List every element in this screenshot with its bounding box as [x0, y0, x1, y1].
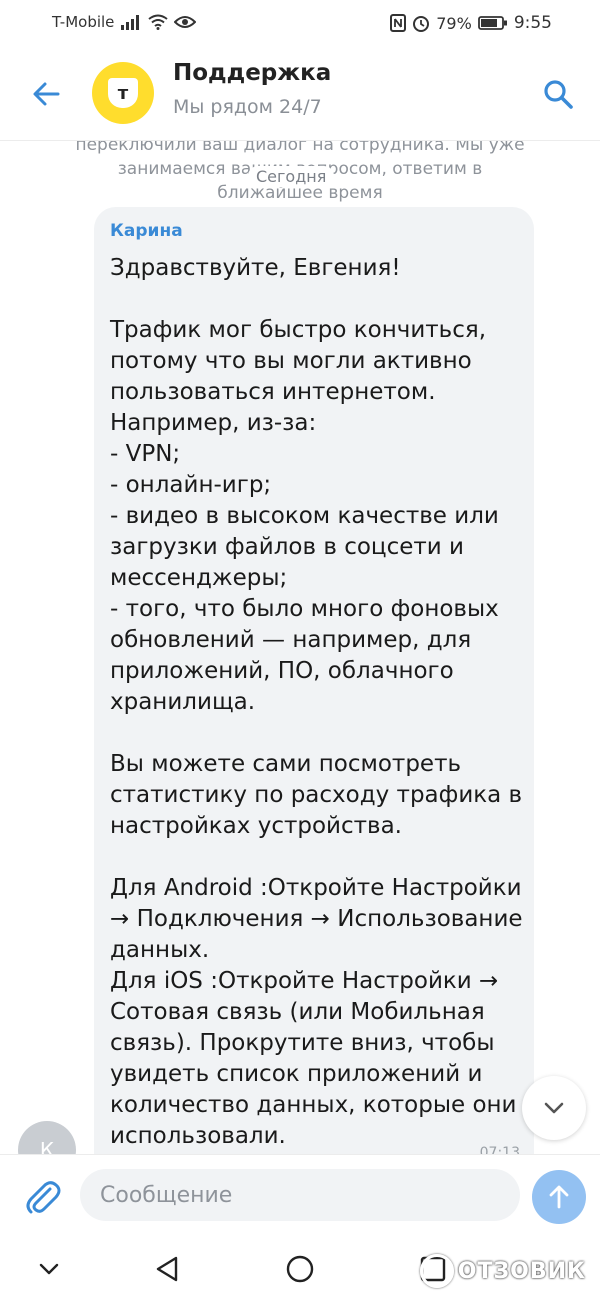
- chat-title: Поддержка: [173, 60, 332, 86]
- agent-avatar: К: [18, 1121, 76, 1154]
- hide-nav-button[interactable]: [32, 1252, 66, 1286]
- status-right: 79% 9:55: [390, 13, 552, 33]
- wifi-icon: [148, 14, 169, 30]
- bank-logo: т: [108, 78, 138, 108]
- message-text: Здравствуйте, Евгения! Трафик мог быстро…: [110, 255, 523, 1149]
- watermark-logo-icon: [419, 1254, 454, 1288]
- circle-home-icon: [286, 1255, 314, 1283]
- nfc-icon: [390, 14, 407, 32]
- message-bubble[interactable]: Карина Здравствуйте, Евгения! Трафик мог…: [94, 207, 534, 1154]
- arrow-left-icon: [33, 82, 60, 106]
- date-divider: Сегодня: [248, 166, 335, 187]
- alarm-icon: [413, 16, 430, 32]
- nav-home-button[interactable]: [283, 1252, 317, 1286]
- message-time: 07:13: [479, 1145, 520, 1154]
- carrier-name: T-Mobile: [52, 13, 115, 31]
- chevron-down-icon: [39, 1263, 59, 1275]
- watermark-text: ОТЗОВИК: [457, 1258, 586, 1284]
- search-button[interactable]: [540, 76, 576, 112]
- signal-icon: [121, 15, 140, 30]
- attach-button[interactable]: [20, 1175, 64, 1219]
- arrow-up-icon: [549, 1185, 569, 1209]
- search-icon: [544, 80, 573, 109]
- chat-area[interactable]: переключили ваш диалог на сотрудника. Мы…: [0, 141, 600, 1154]
- send-button[interactable]: [532, 1170, 586, 1224]
- battery-icon: [477, 16, 507, 30]
- back-button[interactable]: [28, 76, 64, 112]
- eye-icon: [174, 16, 197, 28]
- chat-header: т Поддержка Мы рядом 24/7: [0, 46, 600, 141]
- scroll-down-button[interactable]: [522, 1076, 586, 1140]
- message-sender: Карина: [110, 221, 183, 241]
- support-avatar[interactable]: т: [92, 62, 154, 124]
- battery-percent: 79%: [436, 13, 472, 33]
- message-input[interactable]: [80, 1169, 520, 1221]
- system-nav-bar: ОТЗОВИК: [0, 1238, 600, 1300]
- nav-back-button[interactable]: [150, 1252, 184, 1286]
- watermark: ОТЗОВИК: [419, 1254, 586, 1288]
- input-bar: [0, 1154, 600, 1239]
- chevron-down-icon: [544, 1102, 564, 1114]
- clock: 9:55: [513, 13, 552, 33]
- chat-subtitle: Мы рядом 24/7: [173, 96, 322, 118]
- paperclip-icon: [26, 1181, 61, 1214]
- status-left: T-Mobile: [52, 13, 197, 31]
- triangle-back-icon: [156, 1256, 178, 1282]
- status-bar: T-Mobile 79% 9:55: [0, 0, 600, 46]
